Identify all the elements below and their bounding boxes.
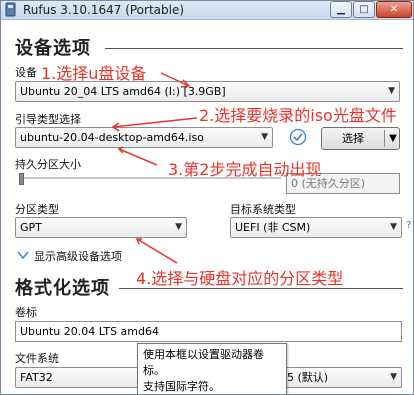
arrow-step4 [136,238,178,264]
annotation-step4: 4.选择与硬盘对应的分区类型 [136,269,344,288]
rufus-window: Rufus 3.10.1647 (Portable) ▁ □ ✕ 设备选项 设备… [0,0,414,395]
annotation-step2: 2.选择要烧录的iso光盘文件 [199,106,397,125]
annotation-step3: 3.第2步完成自动出现 [168,160,322,179]
arrow-step2 [112,117,198,128]
arrow-step3 [118,148,158,166]
arrow-step1 [160,72,190,87]
annotation-step1: 1.选择u盘设备 [41,64,147,83]
